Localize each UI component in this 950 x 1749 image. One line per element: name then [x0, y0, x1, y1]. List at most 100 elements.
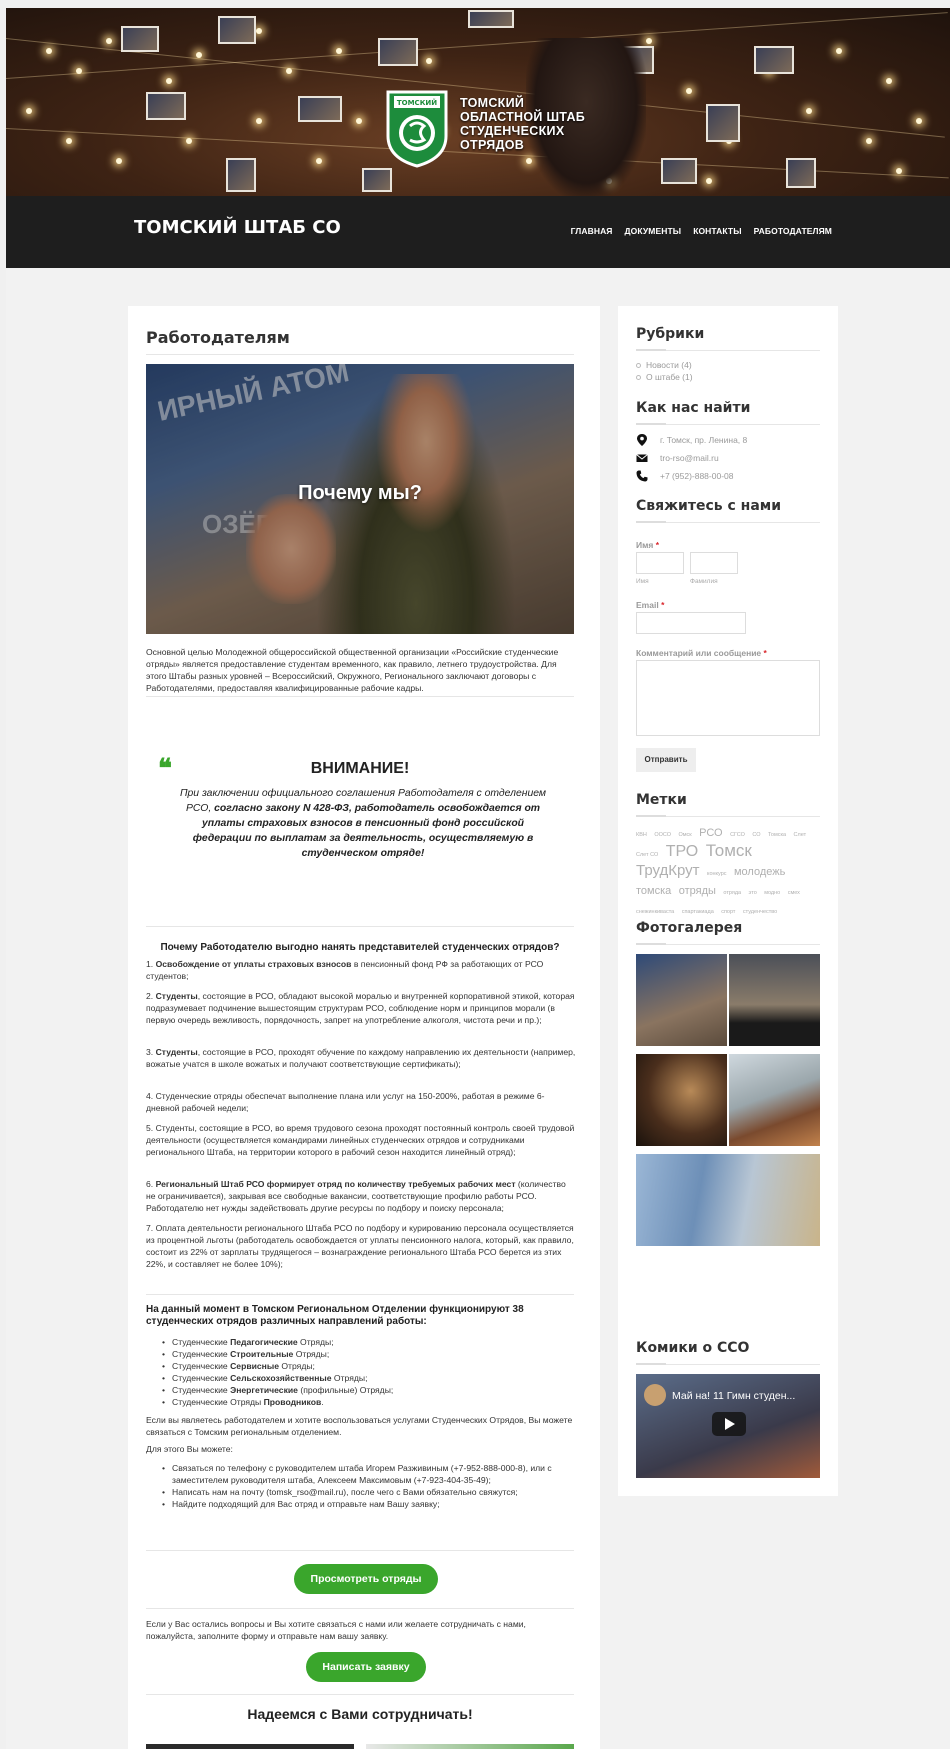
- divider: [636, 815, 820, 817]
- first-name-input[interactable]: [636, 552, 684, 574]
- apply-button[interactable]: Написать заявку: [306, 1652, 426, 1682]
- tag-link[interactable]: смех: [788, 890, 800, 896]
- first-name-sublabel: Имя: [636, 578, 649, 585]
- bottom-photo: [366, 1744, 574, 1749]
- tag-link[interactable]: Томск: [706, 841, 752, 860]
- comment-textarea[interactable]: [636, 660, 820, 736]
- divider: [146, 1550, 574, 1551]
- for-this-text: Для этого Вы можете:: [146, 1444, 233, 1454]
- contact-ways-list: Связаться по телефону с руководителем шт…: [162, 1462, 562, 1510]
- logo-emblem-icon[interactable]: ТОМСКИЙ: [384, 86, 450, 168]
- tag-link[interactable]: студенчество: [743, 909, 777, 915]
- divider: [146, 1694, 574, 1695]
- video-title[interactable]: Май на! 11 Гимн студен...: [672, 1390, 795, 1402]
- reason-item: 7. Оплата деятельности регионального Шта…: [146, 1223, 574, 1269]
- phone-row[interactable]: +7 (952)-888-00-08: [636, 470, 733, 482]
- comment-label: Комментарий или сообщение *: [636, 648, 767, 658]
- svg-text:ТОМСКИЙ: ТОМСКИЙ: [397, 98, 437, 107]
- bottom-photo: [146, 1744, 354, 1749]
- phone-icon: [636, 470, 648, 482]
- envelope-icon: [636, 454, 648, 462]
- nav-bar: ТОМСКИЙ ШТАБ СО ГЛАВНАЯ ДОКУМЕНТЫ КОНТАК…: [6, 196, 950, 268]
- email-label: Email *: [636, 600, 665, 610]
- gallery-photo[interactable]: [729, 954, 820, 1046]
- attention-quote: При заключении официального соглашения Р…: [179, 788, 547, 859]
- sidebar: Рубрики Новости (4) О штабе (1) Как нас …: [618, 306, 838, 1496]
- menu-item-contacts[interactable]: КОНТАКТЫ: [693, 226, 741, 236]
- play-icon[interactable]: [712, 1412, 746, 1436]
- tag-link[interactable]: Слет СО: [636, 852, 658, 858]
- last-name-input[interactable]: [690, 552, 738, 574]
- comics-title: Комики о ССО: [636, 1340, 750, 1356]
- tag-link[interactable]: ТрудКрут: [636, 862, 700, 879]
- intro-text: Основной целью Молодежной общероссийской…: [146, 647, 559, 693]
- video-embed[interactable]: Май на! 11 Гимн студен...: [636, 1374, 820, 1478]
- divider: [636, 1363, 820, 1365]
- divider: [146, 696, 574, 697]
- channel-avatar: [644, 1384, 666, 1406]
- reason-item: 1. Освобождение от уплаты страховых взно…: [146, 959, 544, 981]
- category-link[interactable]: О штабе (1): [636, 372, 693, 382]
- tag-link[interactable]: это: [749, 890, 757, 896]
- tag-link[interactable]: Слет: [794, 832, 807, 838]
- submit-button[interactable]: Отправить: [636, 748, 696, 772]
- tag-link[interactable]: Томска: [768, 832, 786, 838]
- list-item: Студенческие Строительные Отряды;: [162, 1348, 562, 1360]
- list-item: Студенческие Энергетические (профильные)…: [162, 1384, 562, 1396]
- reason-item: 3. Студенты, состоящие в РСО, проходят о…: [146, 1047, 576, 1069]
- gallery-photo[interactable]: [636, 1154, 820, 1246]
- employer-text: Если вы являетесь работодателем и хотите…: [146, 1415, 573, 1437]
- tag-link[interactable]: ООСО: [654, 832, 671, 838]
- reason-item: 4. Студенческие отряды обеспечат выполне…: [146, 1091, 545, 1113]
- tag-link[interactable]: отряды: [679, 885, 716, 897]
- page-title: Работодателям: [146, 328, 290, 347]
- tag-link[interactable]: отряда: [723, 890, 741, 896]
- divider: [146, 354, 574, 355]
- hero-caption: Почему мы?: [298, 482, 422, 504]
- menu-item-documents[interactable]: ДОКУМЕНТЫ: [625, 226, 682, 236]
- tag-cloud: КВН ООСО Омск РСО СГСО СО Томска Слет Сл…: [636, 824, 822, 920]
- menu-item-home[interactable]: ГЛАВНАЯ: [571, 226, 613, 236]
- tag-link[interactable]: конкурс: [707, 871, 727, 877]
- page: ТОМСКИЙ ТОМСКИЙ ОБЛАСТНОЙ ШТАБ СТУДЕНЧЕС…: [6, 8, 950, 1749]
- divider: [636, 943, 820, 945]
- gallery-photo[interactable]: [729, 1054, 820, 1146]
- divider: [146, 1608, 574, 1609]
- reason-item: 5. Студенты, состоящие в РСО, во время т…: [146, 1123, 575, 1157]
- tag-link[interactable]: СГСО: [730, 832, 745, 838]
- divider: [636, 521, 820, 523]
- gallery-photo[interactable]: [636, 1054, 727, 1146]
- email-row[interactable]: tro-rso@mail.ru: [636, 452, 719, 464]
- reason-item: 2. Студенты, состоящие в РСО, обладают в…: [146, 991, 575, 1025]
- questions-text: Если у Вас остались вопросы и Вы хотите …: [146, 1619, 526, 1641]
- email-input[interactable]: [636, 612, 746, 634]
- gallery-photo[interactable]: [636, 954, 727, 1046]
- address-row: г. Томск, пр. Ленина, 8: [636, 434, 747, 446]
- tag-link[interactable]: ТРО: [666, 843, 699, 860]
- category-link[interactable]: Новости (4): [636, 360, 692, 370]
- tag-link[interactable]: Омск: [678, 832, 691, 838]
- list-item: Связаться по телефону с руководителем шт…: [162, 1462, 562, 1486]
- view-squads-button[interactable]: Просмотреть отряды: [294, 1564, 438, 1594]
- tag-link[interactable]: РСО: [699, 827, 722, 839]
- tag-link[interactable]: молодежь: [734, 866, 785, 878]
- tag-link[interactable]: СО: [752, 832, 760, 838]
- header-banner: ТОМСКИЙ ТОМСКИЙ ОБЛАСТНОЙ ШТАБ СТУДЕНЧЕС…: [6, 8, 950, 196]
- tag-link[interactable]: томска: [636, 885, 671, 897]
- tag-link[interactable]: модно: [764, 890, 780, 896]
- reason-item: 6. Региональный Штаб РСО формирует отряд…: [146, 1179, 566, 1213]
- tag-link[interactable]: спорт: [721, 909, 735, 915]
- squads-title: На данный момент в Томском Региональном …: [146, 1304, 524, 1327]
- menu-item-employers[interactable]: РАБОТОДАТЕЛЯМ: [754, 226, 832, 236]
- tag-link[interactable]: снежинкиваста: [636, 909, 674, 915]
- site-title[interactable]: ТОМСКИЙ ШТАБ СО: [134, 217, 341, 238]
- tags-title: Метки: [636, 792, 687, 808]
- list-item: Найдите подходящий для Вас отряд и отпра…: [162, 1498, 562, 1510]
- divider: [146, 1294, 574, 1295]
- hero-image: ИРНЫЙ АТОМ ОЗЁР Почему мы?: [146, 364, 574, 634]
- divider: [636, 423, 820, 425]
- tag-link[interactable]: КВН: [636, 832, 647, 838]
- name-label: Имя *: [636, 540, 660, 550]
- main-content: Работодателям ИРНЫЙ АТОМ ОЗЁР Почему мы?…: [128, 306, 600, 1749]
- tag-link[interactable]: спартакиада: [682, 909, 714, 915]
